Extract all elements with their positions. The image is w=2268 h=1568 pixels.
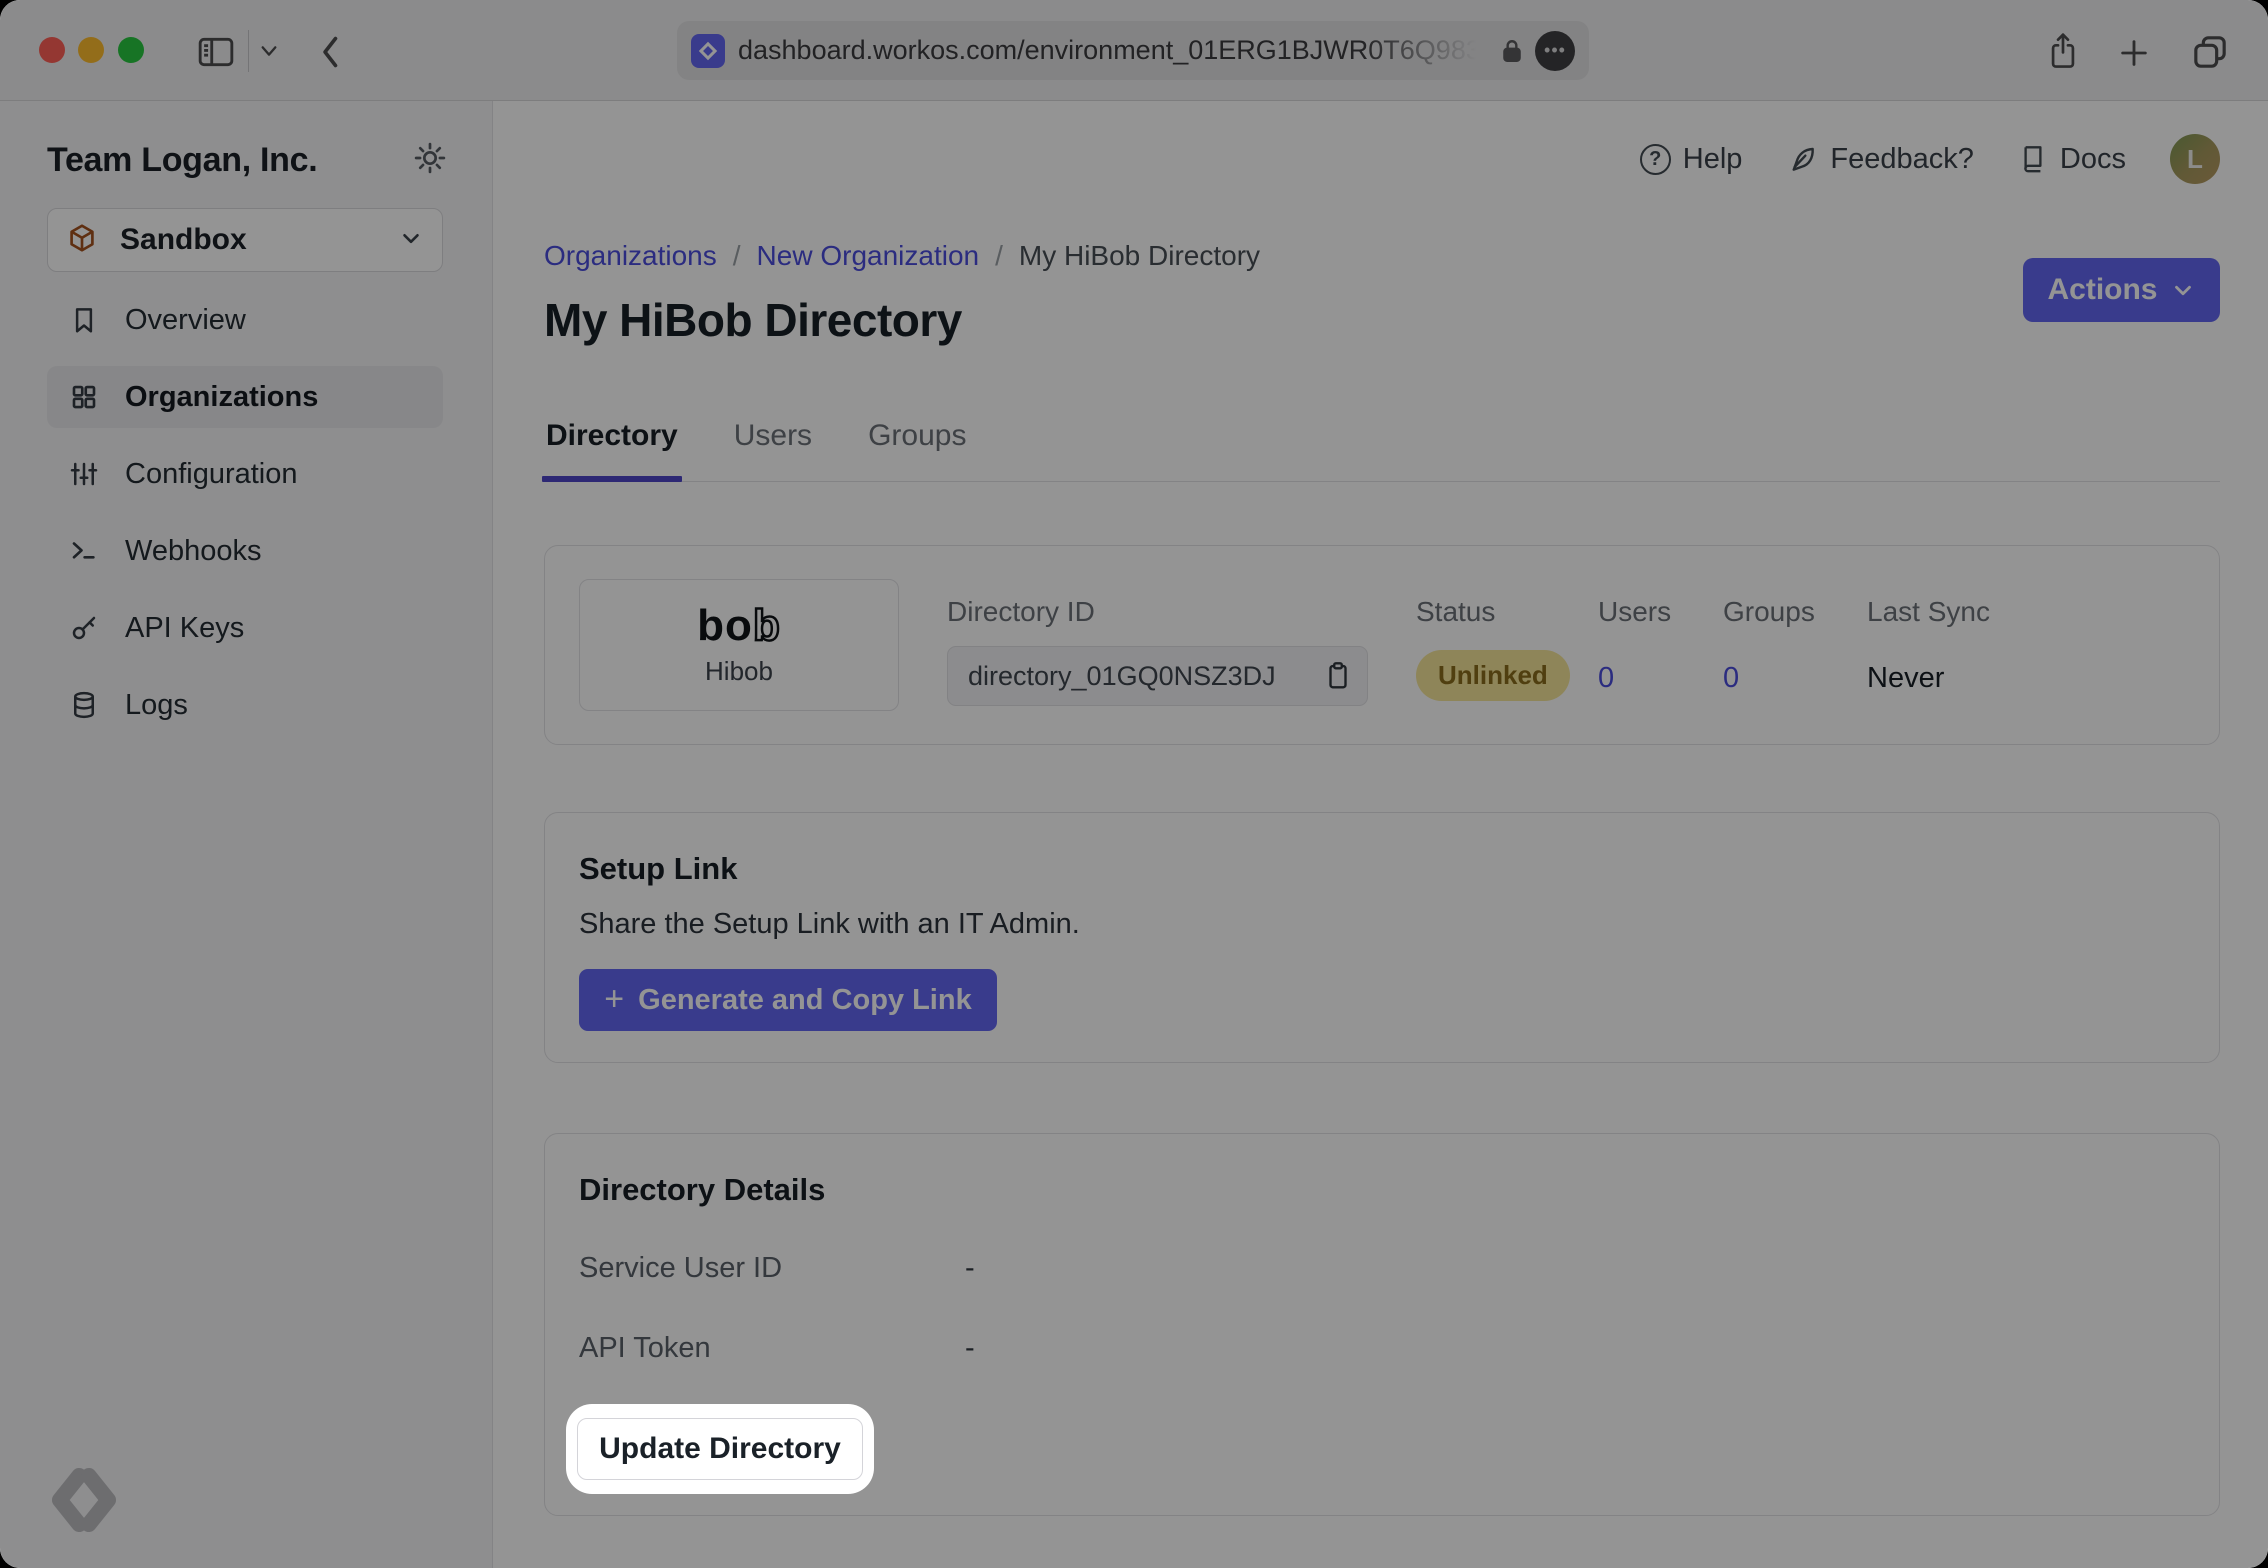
update-directory-spotlight: Update Directory <box>566 1404 874 1494</box>
browser-window: dashboard.workos.com/environment_01ERG1B… <box>0 0 2268 1568</box>
update-directory-button[interactable]: Update Directory <box>577 1418 863 1480</box>
dim-overlay <box>0 0 2268 1568</box>
